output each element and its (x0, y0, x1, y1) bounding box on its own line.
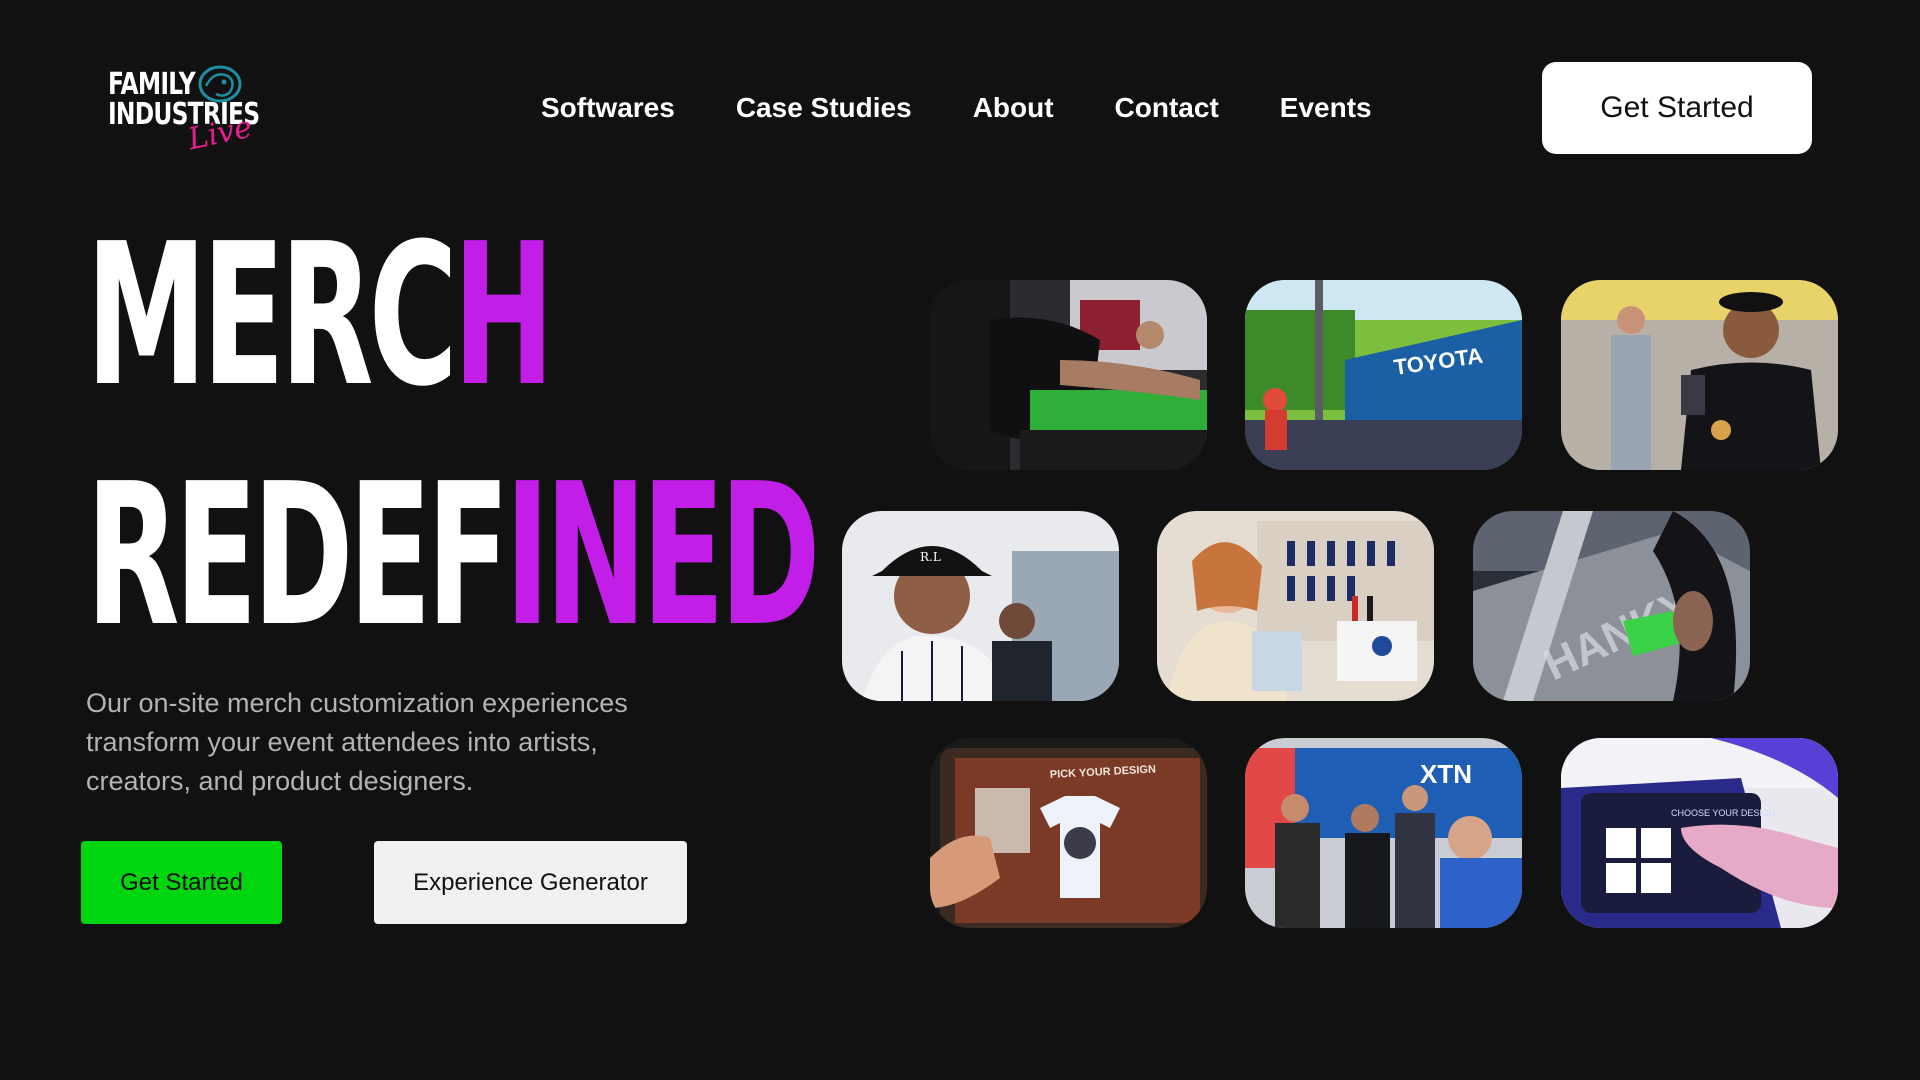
main-nav: Softwares Case Studies About Contact Eve… (541, 90, 1372, 126)
brand-logo[interactable]: FAMILY INDUSTRIES Live (106, 62, 260, 158)
gallery-photo-bucket-hat-attendee: R.L (842, 511, 1119, 701)
headline-line-2: REDEFINED (86, 458, 821, 654)
gallery-photo-laser-etcher: HANKY (1473, 511, 1750, 701)
gallery-photo-pick-your-design-tablet: PICK YOUR DESIGN (930, 738, 1207, 928)
header-get-started-button[interactable]: Get Started (1542, 62, 1812, 154)
experience-generator-button[interactable]: Experience Generator (374, 841, 687, 924)
headline-line-1-white: MERC (86, 202, 458, 430)
headline-line-2-white: REDEF (86, 442, 510, 670)
gallery-photo-merch-station (930, 280, 1207, 470)
elephant-logo-icon (198, 65, 242, 103)
nav-case-studies[interactable]: Case Studies (736, 90, 912, 126)
nav-softwares[interactable]: Softwares (541, 90, 675, 126)
gallery-photo-trade-show-crowd: XTN (1245, 738, 1522, 928)
hero-description: Our on-site merch customization experien… (86, 688, 628, 796)
nav-contact[interactable]: Contact (1115, 90, 1219, 126)
headline-line-2-accent: INED (504, 442, 821, 670)
gallery-photo-smiling-attendee (1561, 280, 1838, 470)
svg-text:CHOOSE YOUR DESIGN: CHOOSE YOUR DESIGN (1671, 808, 1775, 818)
gallery-photo-embroidery-station (1157, 511, 1434, 701)
svg-text:R.L: R.L (920, 550, 941, 564)
gallery-photo-toyota-stage: TOYOTA (1245, 280, 1522, 470)
headline-line-1: MERCH (86, 218, 555, 414)
nav-about[interactable]: About (973, 90, 1054, 126)
nav-events[interactable]: Events (1280, 90, 1372, 126)
hero-get-started-button[interactable]: Get Started (81, 841, 282, 924)
svg-text:XTN: XTN (1420, 759, 1472, 789)
headline-line-1-accent: H (452, 202, 555, 430)
gallery-photo-choose-your-design-tablet: CHOOSE YOUR DESIGN (1561, 738, 1838, 928)
